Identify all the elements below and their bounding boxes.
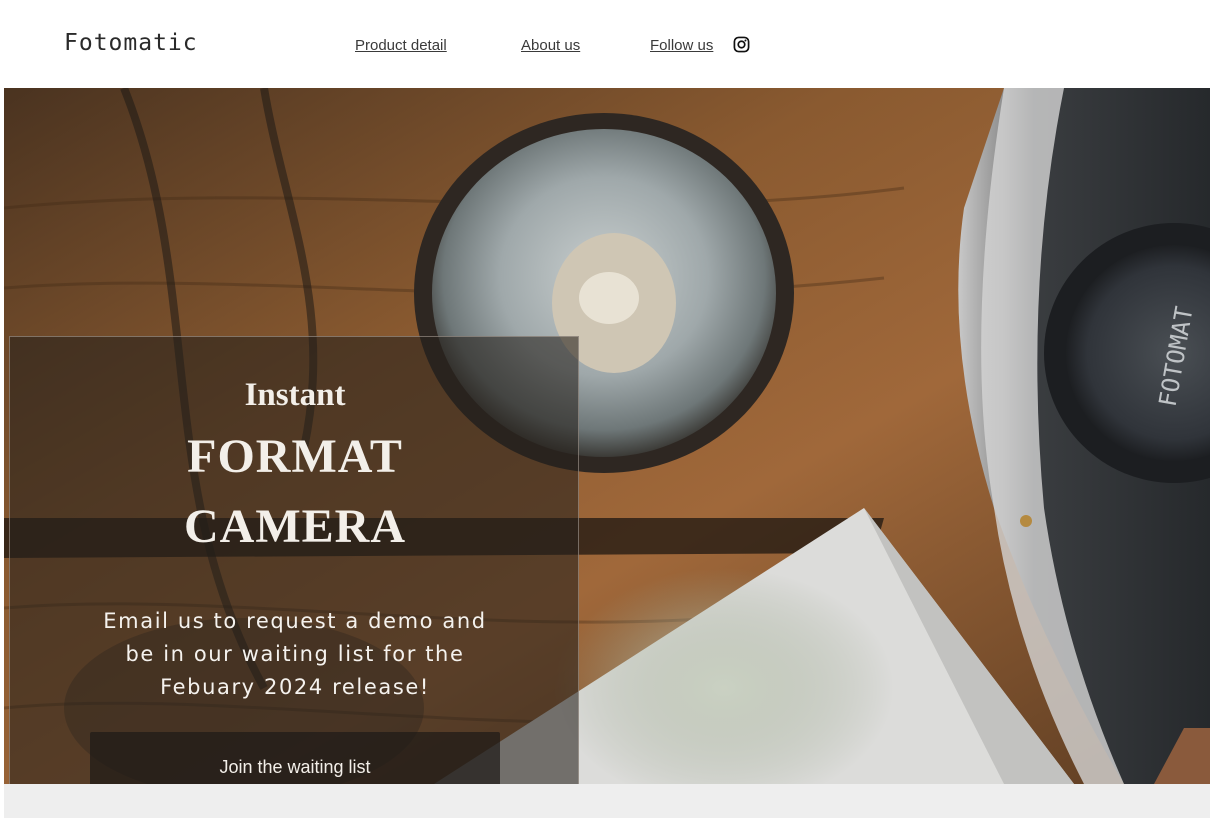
footer-strip — [4, 784, 1210, 818]
headline-instant: Instant — [244, 377, 346, 413]
join-waiting-list-button[interactable]: Join the waiting list — [90, 732, 500, 784]
hero-description: Email us to request a demo and be in our… — [103, 609, 487, 699]
headline-format: FORMAT — [187, 430, 403, 483]
top-navigation-bar: Fotomatic Product detail About us Follow… — [0, 0, 1214, 88]
nav-link-product-detail[interactable]: Product detail — [355, 37, 447, 54]
hero-overlay-card: Instant FORMAT CAMERA Email us to reques… — [9, 336, 579, 784]
instagram-icon[interactable] — [733, 36, 750, 53]
hero-section: FOTOMAT Instant FORMAT CAMERA Email us t… — [4, 88, 1210, 784]
site-logo[interactable]: Fotomatic — [64, 30, 198, 56]
headline-camera: CAMERA — [184, 500, 406, 553]
nav-link-about-us[interactable]: About us — [521, 37, 580, 54]
nav-link-follow-us[interactable]: Follow us — [650, 37, 713, 54]
